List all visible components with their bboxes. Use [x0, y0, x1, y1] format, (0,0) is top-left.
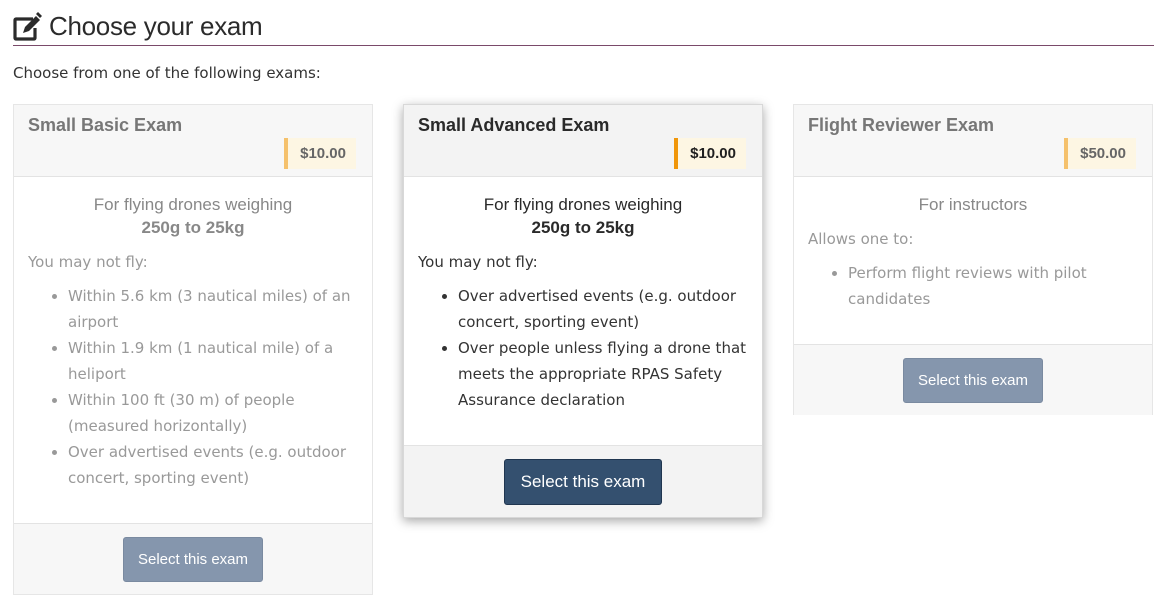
list-item: Within 1.9 km (1 nautical mile) of a hel…: [68, 335, 358, 387]
exam-description: For flying drones weighing 250g to 25kg: [28, 193, 358, 239]
abilities-list: Perform flight reviews with pilot candid…: [808, 260, 1138, 312]
edit-icon: [13, 11, 43, 42]
card-header: Small Advanced Exam $10.00: [404, 105, 762, 177]
card-footer: Select this exam: [404, 445, 762, 517]
price-badge: $10.00: [284, 138, 356, 169]
description-line: For flying drones weighing: [93, 195, 293, 214]
price-badge: $10.00: [674, 138, 746, 169]
card-body: For instructors Allows one to: Perform f…: [794, 177, 1152, 344]
weight-range: 250g to 25kg: [141, 218, 245, 237]
description-line: For instructors: [918, 195, 1028, 214]
list-item: Over advertised events (e.g. outdoor con…: [458, 283, 748, 335]
exam-description: For flying drones weighing 250g to 25kg: [418, 193, 748, 239]
list-item: Within 5.6 km (3 nautical miles) of an a…: [68, 283, 358, 335]
restrictions-list: Within 5.6 km (3 nautical miles) of an a…: [28, 283, 358, 491]
exam-card-flight-reviewer: Flight Reviewer Exam $50.00 For instruct…: [793, 104, 1153, 415]
restrictions-label: You may not fly:: [28, 253, 148, 271]
exam-title: Small Advanced Exam: [418, 115, 610, 135]
page-header: Choose your exam: [13, 8, 1154, 46]
exam-title: Small Basic Exam: [28, 115, 183, 135]
abilities-label: Allows one to:: [808, 230, 914, 248]
intro-text: Choose from one of the following exams:: [13, 64, 321, 82]
exam-card-small-basic: Small Basic Exam $10.00 For flying drone…: [13, 104, 373, 595]
price-badge: $50.00: [1064, 138, 1136, 169]
exam-card-small-advanced: Small Advanced Exam $10.00 For flying dr…: [403, 104, 763, 518]
card-header: Small Basic Exam $10.00: [14, 105, 372, 177]
select-exam-button[interactable]: Select this exam: [122, 536, 264, 582]
restrictions-list: Over advertised events (e.g. outdoor con…: [418, 283, 748, 413]
card-header: Flight Reviewer Exam $50.00: [794, 105, 1152, 177]
description-line: For flying drones weighing: [483, 195, 683, 214]
list-item: Over people unless flying a drone that m…: [458, 335, 748, 413]
card-body: For flying drones weighing 250g to 25kg …: [404, 177, 762, 445]
select-exam-button[interactable]: Select this exam: [902, 357, 1044, 403]
exam-description: For instructors: [808, 193, 1138, 216]
select-exam-button[interactable]: Select this exam: [503, 458, 663, 505]
card-footer: Select this exam: [14, 523, 372, 594]
list-item: Perform flight reviews with pilot candid…: [848, 260, 1138, 312]
page-title: Choose your exam: [49, 11, 263, 41]
weight-range: 250g to 25kg: [531, 218, 635, 237]
restrictions-label: You may not fly:: [418, 253, 538, 271]
exam-title: Flight Reviewer Exam: [808, 115, 995, 135]
card-body: For flying drones weighing 250g to 25kg …: [14, 177, 372, 523]
list-item: Over advertised events (e.g. outdoor con…: [68, 439, 358, 491]
list-item: Within 100 ft (30 m) of people (measured…: [68, 387, 358, 439]
card-footer: Select this exam: [794, 344, 1152, 415]
